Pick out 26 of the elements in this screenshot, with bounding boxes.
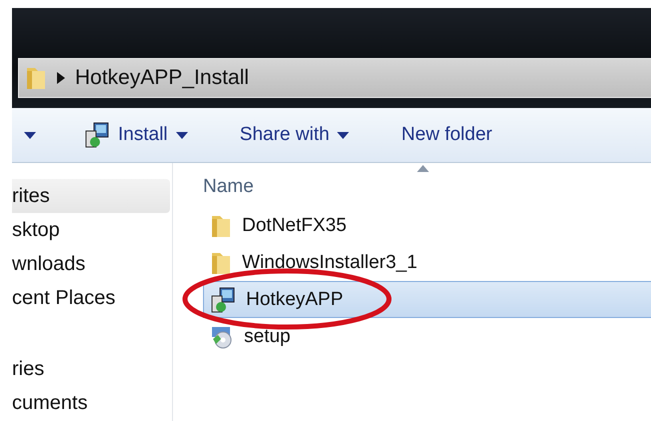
sidebar-item[interactable]: rites	[12, 179, 170, 214]
installer-icon	[210, 286, 236, 312]
file-name: setup	[244, 326, 290, 348]
sidebar-item[interactable]: cent Places	[12, 282, 170, 316]
file-name: HotkeyAPP	[246, 288, 344, 310]
sidebar-item[interactable]: ries	[12, 352, 170, 387]
sidebar-item[interactable]: wnloads	[12, 247, 170, 282]
breadcrumb-arrow-icon	[57, 72, 65, 84]
file-name: WindowsInstaller3_1	[242, 252, 418, 274]
toolbar-button[interactable]: Share with	[240, 120, 350, 150]
sidebar-item[interactable]: cuments	[12, 386, 170, 421]
install-button[interactable]: Install	[84, 118, 188, 152]
sidebar-item[interactable]: sktop	[12, 213, 170, 248]
name-column-header[interactable]: Name	[203, 176, 254, 198]
sort-caret-icon	[417, 165, 429, 172]
folder-path: HotkeyAPP_Install	[75, 66, 249, 90]
file-row[interactable]: HotkeyAPP	[203, 281, 651, 318]
file-row[interactable]: WindowsInstaller3_1	[203, 244, 651, 281]
setup-icon	[210, 324, 234, 348]
file-name: DotNetFX35	[242, 214, 347, 236]
file-row[interactable]: DotNetFX35	[203, 207, 651, 244]
installer-icon	[84, 122, 110, 148]
folder-icon	[25, 65, 47, 91]
toolbar-button[interactable]: New folder	[401, 120, 492, 150]
file-row[interactable]: setup	[203, 318, 651, 355]
address-bar[interactable]: HotkeyAPP_Install	[18, 58, 651, 98]
